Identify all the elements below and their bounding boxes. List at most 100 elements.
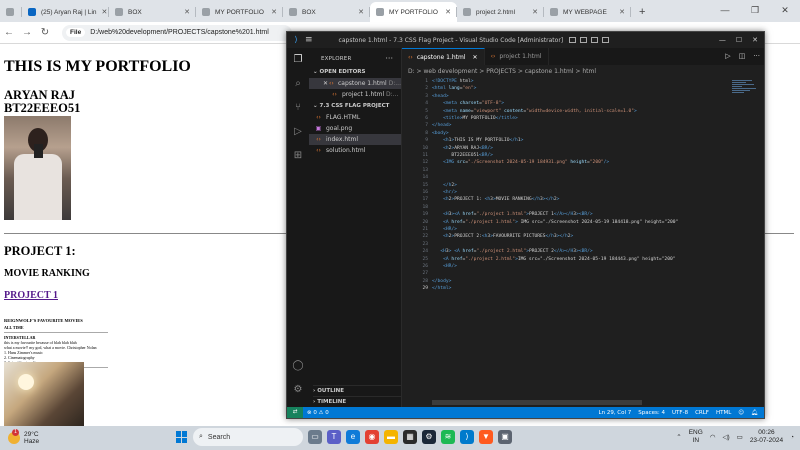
indentation[interactable]: Spaces: 4 bbox=[638, 410, 665, 416]
steam-icon[interactable]: ⚙ bbox=[422, 430, 436, 444]
outline-header[interactable]: › OUTLINE bbox=[313, 385, 401, 394]
horizontal-scrollbar[interactable] bbox=[432, 400, 642, 405]
close-tab-icon[interactable]: ✕ bbox=[358, 8, 364, 16]
feedback-icon[interactable]: ☺ bbox=[738, 410, 744, 416]
line-ending[interactable]: CRLF bbox=[695, 410, 709, 416]
window-title: capstone 1.html - 7.3 CSS Flag Project -… bbox=[338, 36, 564, 44]
code-line: </html> bbox=[432, 286, 452, 292]
extensions-icon[interactable]: ⊞ bbox=[292, 150, 304, 162]
more-actions-icon[interactable]: ··· bbox=[385, 54, 393, 63]
language-mode[interactable]: HTML bbox=[716, 410, 731, 416]
line-number: 5 bbox=[425, 108, 428, 114]
editor-tab[interactable]: ‹› project 1.html bbox=[485, 48, 549, 65]
file-item[interactable]: ‹› solution.html bbox=[309, 145, 401, 156]
notifications-icon[interactable]: 🔔︎ bbox=[751, 410, 758, 416]
taskbar: 1 29°C Haze ⌕ Search ▭ T e ◉ ▬ ▦ ⚙ ≋ ⟩ ▼ ▣… bbox=[0, 426, 800, 450]
browser-tab[interactable]: MY PORTFOLIO ✕ bbox=[370, 2, 457, 22]
file-item[interactable]: ▣ goal.png bbox=[309, 123, 401, 134]
app-icon[interactable]: ▣ bbox=[498, 430, 512, 444]
browser-tab[interactable]: MY PORTFOLIO ✕ bbox=[196, 2, 283, 22]
menu-icon[interactable]: ≡ bbox=[305, 35, 313, 45]
close-icon[interactable]: ✕ bbox=[770, 0, 800, 20]
minimize-icon[interactable]: — bbox=[710, 0, 740, 20]
task-view-icon[interactable]: ▭ bbox=[308, 430, 322, 444]
forward-icon[interactable]: → bbox=[18, 27, 36, 38]
show-hidden-icons-icon[interactable]: ⌃ bbox=[676, 433, 681, 441]
file-item[interactable]: ‹› index.html bbox=[309, 134, 401, 145]
vscode-maximize-icon[interactable]: ☐ bbox=[736, 36, 742, 44]
teams-icon[interactable]: T bbox=[327, 430, 341, 444]
split-editor-icon[interactable]: ◫ bbox=[739, 52, 746, 60]
explorer-icon[interactable]: ❐ bbox=[292, 54, 304, 66]
run-debug-icon[interactable]: ▷ bbox=[292, 126, 304, 138]
browser-tab[interactable]: MY WEBPAGE ✕ bbox=[544, 2, 631, 22]
spotify-icon[interactable]: ≋ bbox=[441, 430, 455, 444]
problems-status[interactable]: ⊗ 0 ⚠ 0 bbox=[307, 410, 329, 416]
browser-tab[interactable] bbox=[0, 2, 22, 22]
close-tab-icon[interactable]: ✕ bbox=[184, 8, 190, 16]
encoding[interactable]: UTF-8 bbox=[672, 410, 688, 416]
browser-tab[interactable]: BOX ✕ bbox=[109, 2, 196, 22]
clock[interactable]: 00:26 23-07-2024 bbox=[750, 429, 783, 445]
more-icon[interactable]: ··· bbox=[753, 52, 760, 60]
volume-icon[interactable]: ◁) bbox=[722, 433, 729, 441]
close-tab-icon[interactable]: ✕ bbox=[445, 8, 451, 16]
close-tab-icon[interactable]: ✕ bbox=[271, 8, 277, 16]
breadcrumb[interactable]: D: > web development > PROJECTS > capsto… bbox=[408, 68, 596, 75]
file-explorer-icon[interactable]: ▬ bbox=[384, 430, 398, 444]
open-editors-header[interactable]: ⌄ OPEN EDITORS bbox=[313, 69, 366, 75]
folder-header[interactable]: ⌄ 7.3 CSS FLAG PROJECT bbox=[313, 103, 389, 109]
chrome-icon[interactable]: ◉ bbox=[365, 430, 379, 444]
minimap[interactable] bbox=[732, 80, 758, 120]
battery-icon[interactable]: ▭ bbox=[737, 433, 743, 441]
project-1-thumbnail[interactable]: REIGNWOLF'S FAVOURITE MOVIES ALL TIME IN… bbox=[4, 318, 108, 373]
close-tab-icon[interactable]: ✕ bbox=[102, 8, 108, 16]
weather-widget[interactable]: 1 29°C Haze bbox=[8, 429, 39, 445]
toggle-secondary-sidebar-icon[interactable] bbox=[591, 37, 599, 43]
search-icon[interactable]: ⌕ bbox=[292, 78, 304, 90]
toggle-panel-icon[interactable] bbox=[580, 37, 588, 43]
explorer-sidebar: EXPLORER ··· ⌄ OPEN EDITORS ✕ ‹› capston… bbox=[309, 48, 402, 407]
project-1-link[interactable]: PROJECT 1 bbox=[4, 290, 58, 301]
browser-tab[interactable]: BOX ✕ bbox=[283, 2, 370, 22]
vscode-close-icon[interactable]: ✕ bbox=[752, 36, 758, 44]
vscode-minimize-icon[interactable]: — bbox=[719, 36, 726, 44]
language-indicator[interactable]: ENG IN bbox=[689, 429, 703, 445]
account-icon[interactable]: ◯ bbox=[292, 360, 304, 372]
remote-icon[interactable]: ⇄ bbox=[287, 407, 303, 418]
edge-icon[interactable]: e bbox=[346, 430, 360, 444]
file-chip[interactable]: File bbox=[66, 28, 86, 37]
customize-layout-icon[interactable] bbox=[602, 37, 610, 43]
notification-icon[interactable]: ◔ bbox=[790, 434, 794, 441]
new-tab-button[interactable]: + bbox=[631, 2, 653, 22]
close-tab-icon[interactable]: ✕ bbox=[619, 8, 625, 16]
reload-icon[interactable]: ↻ bbox=[36, 27, 54, 38]
maximize-icon[interactable]: ❐ bbox=[740, 0, 770, 20]
open-editor-item[interactable]: ✕ ‹› capstone 1.html D:... bbox=[309, 78, 401, 89]
close-tab-icon[interactable]: ✕ bbox=[532, 8, 538, 16]
brave-icon[interactable]: ▼ bbox=[479, 430, 493, 444]
wifi-icon[interactable]: ◠ bbox=[710, 433, 716, 441]
open-editor-item[interactable]: ‹› project 1.html D:... bbox=[309, 89, 401, 100]
project-2-thumbnail[interactable] bbox=[4, 362, 84, 426]
start-button[interactable] bbox=[176, 431, 188, 443]
run-icon[interactable]: ▷ bbox=[725, 52, 730, 60]
editor-tab[interactable]: ‹› capstone 1.html ✕ bbox=[402, 48, 485, 65]
vscode-logo-icon: ⟩ bbox=[294, 35, 298, 44]
source-control-icon[interactable]: ⑂ bbox=[292, 102, 304, 114]
url-input[interactable]: File D:/web%20development/PROJECTS/capst… bbox=[62, 24, 292, 41]
back-icon[interactable]: ← bbox=[0, 27, 18, 38]
taskbar-search[interactable]: ⌕ Search bbox=[193, 428, 303, 446]
line-number: 17 bbox=[422, 197, 428, 203]
cursor-position[interactable]: Ln 29, Col 7 bbox=[599, 410, 632, 416]
browser-tab[interactable]: project 2.html ✕ bbox=[457, 2, 544, 22]
code-line: <h2>PROJECT 2:<h3>FAVOURRITE PICTURES</h… bbox=[443, 234, 574, 240]
store-icon[interactable]: ▦ bbox=[403, 430, 417, 444]
vscode-icon[interactable]: ⟩ bbox=[460, 430, 474, 444]
toggle-sidebar-icon[interactable] bbox=[569, 37, 577, 43]
browser-tab[interactable]: (25) Aryan Raj | Lin ✕ bbox=[22, 2, 109, 22]
timeline-header[interactable]: › TIMELINE bbox=[313, 396, 401, 405]
file-item[interactable]: ‹› FLAG.HTML bbox=[309, 112, 401, 123]
code-line: <h2>ARYAN RAJ<BR/> bbox=[443, 145, 493, 151]
manage-gear-icon[interactable]: ⚙ bbox=[292, 384, 304, 396]
